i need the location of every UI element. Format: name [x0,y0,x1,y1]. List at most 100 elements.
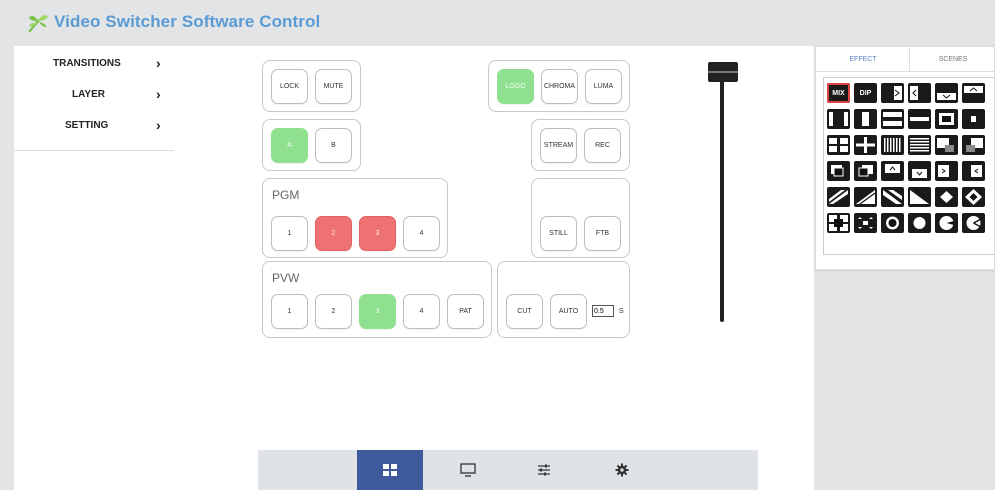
stream-button[interactable]: STREAM [540,128,577,163]
nav-monitor-button[interactable] [435,450,501,490]
app-title: Video Switcher Software Control [54,12,321,31]
tbar-track[interactable] [720,70,724,322]
pvw-title: PVW [272,271,300,285]
tab-effect[interactable]: EFFECT [816,47,910,71]
nav-layout-button[interactable] [357,450,423,490]
a-button[interactable]: A [271,128,308,163]
effect-diamond[interactable] [935,187,958,207]
stream-rec-panel: STREAM REC [531,119,630,171]
effect-box-in[interactable] [935,109,958,129]
pgm-button-1[interactable]: 1 [271,216,308,251]
monitor-icon [460,463,476,477]
effect-corners-in[interactable] [827,213,850,233]
lock-button[interactable]: LOCK [271,69,308,104]
tbar-handle[interactable] [708,62,738,82]
effect-barn-inner[interactable] [854,109,877,129]
effect-barn-outer[interactable] [827,109,850,129]
effect-push-down[interactable] [908,161,931,181]
ab-panel: A B [262,119,361,171]
luma-button[interactable]: LUMA [585,69,622,104]
transition-panel: CUT AUTO S [497,261,630,338]
cut-button[interactable]: CUT [506,294,543,329]
effect-push-top-left[interactable] [827,161,850,181]
effect-diamond-outline[interactable] [962,187,985,207]
effect-horizontal-blinds[interactable] [908,135,931,155]
sidebar-item-label: TRANSITIONS [53,58,121,69]
pvw-button-1[interactable]: 1 [271,294,308,329]
tab-bar-divider [816,71,995,72]
duration-unit: S [619,308,624,315]
sidebar-item-setting[interactable]: SETTING › [14,114,174,138]
sidebar-item-label: LAYER [72,89,105,100]
pvw-button-pat[interactable]: PAT [447,294,484,329]
gear-icon [615,463,629,477]
dragonfly-logo-icon [28,15,48,33]
effect-box-small[interactable] [962,109,985,129]
effect-clock-wipe[interactable] [935,213,958,233]
pvw-button-4[interactable]: 4 [403,294,440,329]
effect-circle[interactable] [908,213,931,233]
pvw-panel: PVW 1 2 3 4 PAT [262,261,492,338]
effect-dip[interactable]: DIP [854,83,877,103]
effect-corners-out[interactable] [854,213,877,233]
logo-button[interactable]: LOGO [497,69,534,104]
effect-circle-ring[interactable] [881,213,904,233]
nav-settings-button[interactable] [589,450,655,490]
duration-input[interactable] [592,305,614,317]
effect-fan-wipe[interactable] [962,213,985,233]
pvw-button-2[interactable]: 2 [315,294,352,329]
effect-four-squares[interactable] [827,135,850,155]
sidebar: TRANSITIONS › LAYER › SETTING › [14,46,174,490]
effect-diagonal-stripes[interactable] [827,187,850,207]
effect-diagonal-stripes-reverse[interactable] [881,187,904,207]
chevron-right-icon: › [156,86,161,102]
sidebar-item-transitions[interactable]: TRANSITIONS › [14,52,174,76]
pgm-title: PGM [272,188,300,202]
effect-push-right[interactable] [935,161,958,181]
effect-cross[interactable] [854,135,877,155]
effect-mix[interactable]: MIX [827,83,850,103]
ftb-button[interactable]: FTB [584,216,621,251]
pgm-button-4[interactable]: 4 [403,216,440,251]
lock-mute-panel: LOCK MUTE [262,60,361,112]
chroma-button[interactable]: CHROMA [541,69,578,104]
chevron-right-icon: › [156,55,161,71]
effect-bar-horizontal[interactable] [908,109,931,129]
effect-wipe-up[interactable] [962,83,985,103]
effect-vertical-blinds[interactable] [881,135,904,155]
still-ftb-panel: STILL FTB [531,178,630,258]
auto-button[interactable]: AUTO [550,294,587,329]
rec-button[interactable]: REC [584,128,621,163]
effect-wipe-right[interactable] [881,83,904,103]
b-button[interactable]: B [315,128,352,163]
nav-adjust-button[interactable] [511,450,577,490]
effect-wipe-left[interactable] [908,83,931,103]
pvw-button-3[interactable]: 3 [359,294,396,329]
effects-panel: EFFECT SCENES MIX DIP [815,46,995,270]
grid-icon [383,464,397,476]
sidebar-item-label: SETTING [65,120,109,131]
effect-wipe-down[interactable] [935,83,958,103]
mute-button[interactable]: MUTE [315,69,352,104]
effect-push-left[interactable] [962,161,985,181]
sliders-icon [538,464,550,476]
pgm-panel: PGM 1 2 3 4 [262,178,448,258]
still-button[interactable]: STILL [540,216,577,251]
effect-push-top-right[interactable] [854,161,877,181]
key-panel: LOGO CHROMA LUMA [488,60,630,112]
pgm-button-3[interactable]: 3 [359,216,396,251]
tab-scenes[interactable]: SCENES [910,47,995,71]
effect-split-horizontal[interactable] [881,109,904,129]
effect-slide-corner-right[interactable] [935,135,958,155]
bottom-nav [258,450,758,490]
pgm-button-2[interactable]: 2 [315,216,352,251]
sidebar-item-layer[interactable]: LAYER › [14,83,174,107]
effect-slide-corner-left[interactable] [962,135,985,155]
effect-diagonal-wipe-reverse[interactable] [908,187,931,207]
control-surface: LOCK MUTE LOGO CHROMA LUMA A B STREAM RE… [174,46,814,490]
app-header: Video Switcher Software Control [0,0,995,46]
effect-diagonal-wipe[interactable] [854,187,877,207]
sidebar-divider [14,150,174,151]
effect-grid: MIX DIP [823,77,995,255]
effect-push-up[interactable] [881,161,904,181]
